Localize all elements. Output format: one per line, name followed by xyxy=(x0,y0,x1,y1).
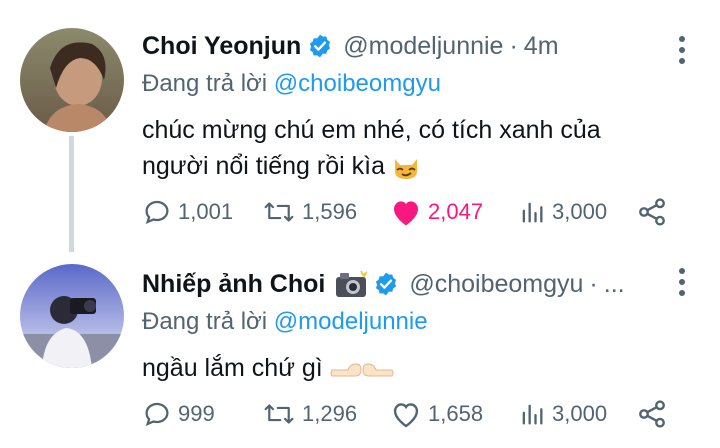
tweet-actions: 999 1,296 1,658 3,000 xyxy=(142,394,720,434)
like-count: 2,047 xyxy=(428,199,484,224)
views-button[interactable]: 3,000 xyxy=(518,192,607,232)
heart-filled-icon xyxy=(394,201,418,226)
retweet-icon xyxy=(264,404,294,424)
views-count: 3,000 xyxy=(552,401,608,426)
like-count: 1,658 xyxy=(428,401,484,426)
reply-prefix: Đang trả lời xyxy=(142,70,268,97)
thread-line xyxy=(69,136,74,252)
timestamp[interactable]: 4m xyxy=(524,32,559,61)
display-name[interactable]: Choi Yeonjun xyxy=(142,32,301,61)
verified-badge-icon xyxy=(376,272,397,296)
more-options-icon[interactable] xyxy=(678,36,686,69)
tweet-header: Choi Yeonjun @modeljunnie · 4m xyxy=(142,26,720,66)
views-button[interactable]: 3,000 xyxy=(518,394,607,434)
retweet-button[interactable]: 1,296 xyxy=(262,394,357,434)
truncation-ellipsis: ... xyxy=(603,269,625,298)
tweet-2[interactable]: Nhiếp ảnh Choi @choibeomgyu · ... Đang t… xyxy=(0,252,720,448)
separator-dot: · xyxy=(589,269,598,298)
reply-button[interactable]: 1,001 xyxy=(142,192,233,232)
reply-count: 1,001 xyxy=(178,199,234,224)
display-name[interactable]: Nhiếp ảnh Choi xyxy=(142,270,325,299)
reply-context: Đang trả lời @choibeomgyu xyxy=(142,66,720,102)
reply-icon xyxy=(145,200,169,224)
retweet-count: 1,296 xyxy=(302,401,358,426)
retweet-icon xyxy=(264,202,294,222)
reply-mention-link[interactable]: @choibeomgyu xyxy=(274,70,441,97)
like-button[interactable]: 1,658 xyxy=(390,394,483,434)
handle[interactable]: @modeljunnie xyxy=(343,32,503,61)
cat-smirk-emoji-icon xyxy=(394,159,417,180)
reply-count: 999 xyxy=(178,401,215,426)
tweet-content: Nhiếp ảnh Choi @choibeomgyu · ... Đang t… xyxy=(142,264,720,386)
handle[interactable]: @choibeomgyu xyxy=(409,270,583,299)
views-count: 3,000 xyxy=(552,199,608,224)
reply-button[interactable]: 999 xyxy=(142,394,215,434)
views-chart-icon xyxy=(522,202,543,223)
share-icon xyxy=(639,400,665,428)
tweet-text-line-1: ngầu lắm chứ gì xyxy=(142,354,323,382)
more-options-icon[interactable] xyxy=(678,268,686,301)
tweet-actions: 1,001 1,596 2,047 3,000 xyxy=(142,192,720,232)
reply-mention-link[interactable]: @modeljunnie xyxy=(274,308,428,335)
reply-prefix: Đang trả lời xyxy=(142,308,268,335)
reply-context: Đang trả lời @modeljunnie xyxy=(142,304,720,340)
tweet-text-line-1: chúc mừng chú em nhé, có tích xanh của xyxy=(142,116,601,144)
tweet-1[interactable]: Choi Yeonjun @modeljunnie · 4m Đang trả … xyxy=(0,0,720,252)
tweet-header: Nhiếp ảnh Choi @choibeomgyu · ... xyxy=(142,264,720,304)
share-icon xyxy=(639,198,665,226)
tweet-text: ngầu lắm chứ gì xyxy=(142,350,720,386)
camera-flash-emoji-icon xyxy=(336,270,368,297)
retweet-button[interactable]: 1,596 xyxy=(262,192,357,232)
tweet-content: Choi Yeonjun @modeljunnie · 4m Đang trả … xyxy=(142,26,720,184)
share-button[interactable] xyxy=(636,394,674,434)
avatar[interactable] xyxy=(20,264,124,368)
avatar[interactable] xyxy=(20,28,124,132)
tweet-text: chúc mừng chú em nhé, có tích xanh của n… xyxy=(142,112,720,184)
tweet-text-line-2: người nổi tiếng rồi kìa xyxy=(142,152,385,180)
verified-badge-icon xyxy=(310,34,331,58)
pointing-hands-emoji-icon xyxy=(330,363,394,377)
views-chart-icon xyxy=(522,404,543,425)
reply-icon xyxy=(145,402,169,426)
separator-dot: · xyxy=(509,31,518,60)
like-button[interactable]: 2,047 xyxy=(390,192,483,232)
retweet-count: 1,596 xyxy=(302,199,358,224)
share-button[interactable] xyxy=(636,192,674,232)
heart-outline-icon xyxy=(393,403,419,428)
